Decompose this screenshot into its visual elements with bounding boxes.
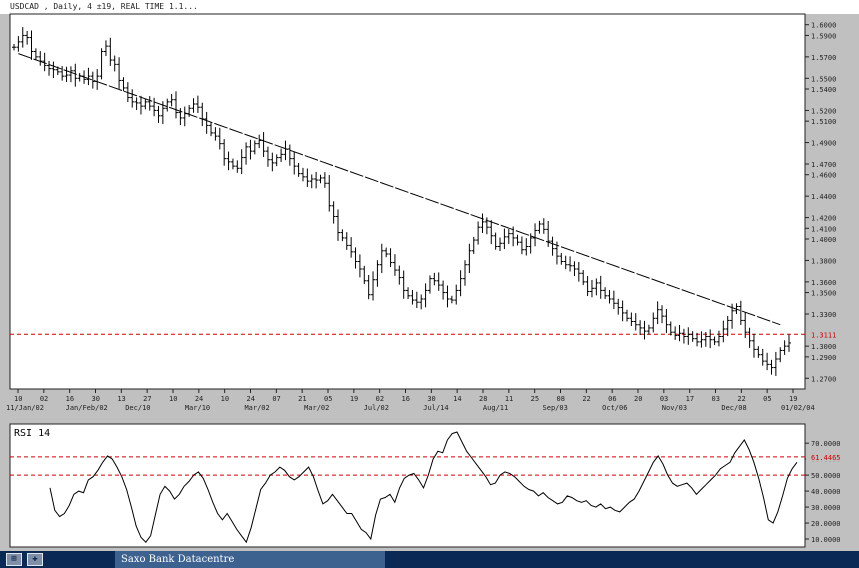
date-tick-label: 16 [402, 395, 410, 403]
price-tick-label: 1.5100 [811, 118, 836, 126]
price-tick-label: 1.3000 [811, 343, 836, 351]
price-tick-label: 1.3500 [811, 290, 836, 298]
date-tick-label: 22 [737, 395, 745, 403]
taskbar: ⊞ ✚ Saxo Bank Datacentre [0, 551, 859, 568]
date-tick-label: 03 [712, 395, 720, 403]
date-tick-label: 07 [272, 395, 280, 403]
price-tick-label: 1.2900 [811, 354, 836, 362]
date-tick-label: 05 [324, 395, 332, 403]
month-label: Nov/03 [662, 404, 687, 412]
rsi-tick-label: 30.0000 [811, 504, 841, 512]
month-label: Jul/14 [423, 404, 448, 412]
price-tick-label: 1.5200 [811, 107, 836, 115]
month-label: Dec/08 [721, 404, 746, 412]
window-icon[interactable]: ⊞ [6, 553, 22, 566]
crosshair-icon[interactable]: ✚ [27, 553, 43, 566]
date-tick-label: 16 [66, 395, 74, 403]
price-tick-label: 1.6000 [811, 22, 836, 30]
date-tick-label: 03 [660, 395, 668, 403]
month-label: Aug/11 [483, 404, 508, 412]
month-label: 01/02/04 [781, 404, 815, 412]
price-tick-label: 1.3600 [811, 279, 836, 287]
rsi-tick-label: 70.0000 [811, 440, 841, 448]
date-tick-label: 13 [117, 395, 125, 403]
rsi-tick-label: 10.0000 [811, 536, 841, 544]
reference-label: 1.3111 [811, 331, 836, 339]
date-tick-label: 27 [143, 395, 151, 403]
date-tick-label: 17 [686, 395, 694, 403]
price-tick-label: 1.5700 [811, 54, 836, 62]
rsi-tick-label: 20.0000 [811, 520, 841, 528]
date-tick-label: 02 [376, 395, 384, 403]
chart-area: 1.6000 1.5900 1.5700 1.5500 1.5400 1.5200 1.51… [6, 13, 858, 548]
price-tick-label: 1.5900 [811, 32, 836, 40]
price-tick-label: 1.4700 [811, 161, 836, 169]
price-tick-label: 1.4200 [811, 215, 836, 223]
date-tick-label: 22 [582, 395, 590, 403]
rsi-plot-bg [9, 423, 806, 548]
price-tick-label: 1.4000 [811, 236, 836, 244]
month-label: Mar/10 [185, 404, 210, 412]
price-tick-label: 1.4100 [811, 225, 836, 233]
date-tick-label: 24 [247, 395, 255, 403]
price-tick-label: 1.4400 [811, 193, 836, 201]
price-tick-label: 1.3800 [811, 257, 836, 265]
date-tick-label: 11 [505, 395, 513, 403]
date-tick-label: 24 [195, 395, 203, 403]
price-tick-label: 1.2700 [811, 375, 836, 383]
month-label: Mar/02 [304, 404, 329, 412]
price-plot-bg [9, 13, 806, 390]
date-tick-label: 19 [350, 395, 358, 403]
price-tick-label: 1.3300 [811, 311, 836, 319]
price-tick-label: 1.4900 [811, 140, 836, 148]
date-tick-label: 10 [14, 395, 22, 403]
date-tick-label: 06 [608, 395, 616, 403]
rsi-level-label: 61.4465 [811, 454, 841, 462]
month-label: Sep/03 [543, 404, 568, 412]
date-tick-label: 28 [479, 395, 487, 403]
date-tick-label: 10 [169, 395, 177, 403]
month-label: Oct/06 [602, 404, 627, 412]
date-tick-label: 20 [634, 395, 642, 403]
date-tick-label: 08 [557, 395, 565, 403]
date-tick-label: 30 [427, 395, 435, 403]
date-tick-label: 30 [92, 395, 100, 403]
date-tick-label: 19 [789, 395, 797, 403]
date-tick-label: 02 [40, 395, 48, 403]
date-tick-label: 10 [221, 395, 229, 403]
price-tick-label: 1.5500 [811, 75, 836, 83]
price-tick-label: 1.5400 [811, 86, 836, 94]
date-tick-label: 21 [298, 395, 306, 403]
taskbar-item-datacentre[interactable]: Saxo Bank Datacentre [115, 551, 385, 568]
price-tick-label: 1.4600 [811, 172, 836, 180]
month-label: 11/Jan/02 [6, 404, 44, 412]
rsi-tick-label: 40.0000 [811, 488, 841, 496]
date-tick-label: 05 [763, 395, 771, 403]
month-label: Jan/Feb/02 [66, 404, 108, 412]
date-tick-label: 25 [531, 395, 539, 403]
month-label: Mar/02 [244, 404, 269, 412]
date-tick-label: 14 [453, 395, 461, 403]
month-label: Dec/10 [125, 404, 150, 412]
rsi-title: RSI 14 [14, 428, 50, 439]
month-label: Jul/02 [364, 404, 389, 412]
rsi-tick-label: 50.0000 [811, 472, 841, 480]
